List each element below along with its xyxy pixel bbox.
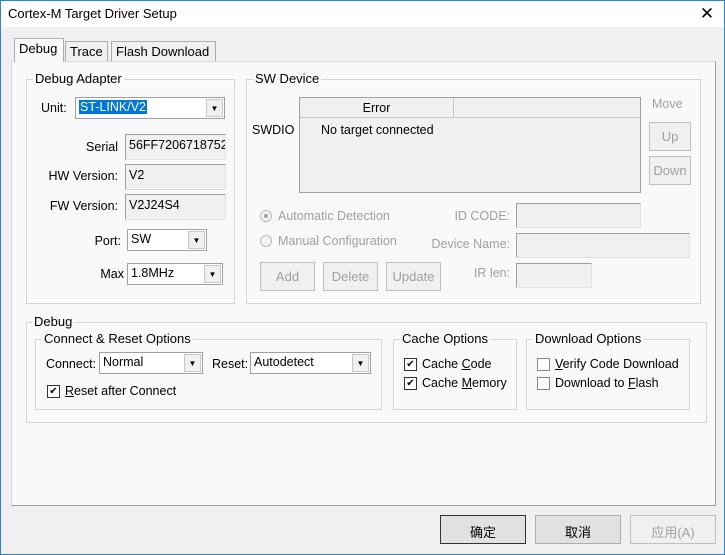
port-select[interactable]: SW ▼ xyxy=(127,229,207,251)
tab-flash-download[interactable]: Flash Download xyxy=(111,41,216,61)
download-to-flash-checkbox[interactable] xyxy=(537,377,550,390)
column-header-blank[interactable] xyxy=(455,98,640,118)
swdio-label: SWDIO xyxy=(252,123,295,137)
chevron-down-icon: ▼ xyxy=(184,354,201,372)
unit-label: Unit: xyxy=(41,101,67,115)
connect-label: Connect: xyxy=(46,357,97,371)
chevron-down-icon: ▼ xyxy=(188,231,205,249)
reset-label: Reset: xyxy=(212,357,249,371)
fw-version-label: FW Version: xyxy=(49,199,118,213)
cache-memory-label: Cache Memory xyxy=(422,376,507,390)
unit-value: ST-LINK/V2 xyxy=(79,100,147,114)
serial-label: Serial xyxy=(86,140,118,154)
cancel-button[interactable]: 取消 xyxy=(535,515,621,544)
up-button[interactable]: Up xyxy=(649,122,691,151)
download-to-flash-label: Download to Flash xyxy=(555,376,659,390)
id-code-label: ID CODE: xyxy=(454,209,510,223)
connect-value: Normal xyxy=(103,355,144,369)
reset-after-connect-label: Reset after Connect xyxy=(65,384,177,398)
verify-code-download-label: Verify Code Download xyxy=(555,357,679,371)
max-label: Max xyxy=(100,267,124,281)
group-legend: SW Device xyxy=(253,71,322,86)
group-legend: Debug xyxy=(32,314,75,329)
port-value: SW xyxy=(131,232,152,246)
manual-configuration-label: Manual Configuration xyxy=(278,234,397,248)
reset-after-connect-checkbox[interactable]: ✔ xyxy=(47,385,60,398)
window-title: Cortex-M Target Driver Setup xyxy=(8,6,177,21)
cache-code-checkbox[interactable]: ✔ xyxy=(404,358,417,371)
down-button[interactable]: Down xyxy=(649,156,691,185)
cache-code-label: Cache Code xyxy=(422,357,492,371)
hw-version-label: HW Version: xyxy=(48,169,118,183)
group-legend: Cache Options xyxy=(400,331,490,346)
hw-version-field: V2 xyxy=(125,164,226,190)
chevron-down-icon: ▼ xyxy=(204,265,221,283)
update-button[interactable]: Update xyxy=(386,262,441,291)
manual-configuration-radio[interactable] xyxy=(260,235,272,247)
device-list[interactable]: Error No target connected xyxy=(299,97,641,193)
automatic-detection-radio[interactable] xyxy=(260,210,272,222)
tab-label: Flash Download xyxy=(116,44,210,59)
fw-version-field: V2J24S4 xyxy=(125,194,226,220)
ok-button[interactable]: 确定 xyxy=(440,515,526,544)
group-legend: Download Options xyxy=(533,331,644,346)
download-options-group: Download Options xyxy=(526,331,690,410)
group-legend: Debug Adapter xyxy=(33,71,124,86)
automatic-detection-label: Automatic Detection xyxy=(278,209,390,223)
group-legend: Connect & Reset Options xyxy=(42,331,193,346)
column-header-error[interactable]: Error xyxy=(300,98,454,118)
apply-button[interactable]: 应用(A) xyxy=(630,515,716,544)
tab-label: Trace xyxy=(70,44,103,59)
device-name-field[interactable] xyxy=(516,233,690,258)
move-label: Move xyxy=(652,97,683,111)
chevron-down-icon: ▼ xyxy=(206,99,223,117)
add-button[interactable]: Add xyxy=(260,262,315,291)
cache-options-group: Cache Options xyxy=(393,331,517,410)
tab-label: Debug xyxy=(19,41,58,56)
port-label: Port: xyxy=(94,234,121,248)
serial-field: 56FF7206718752 xyxy=(125,134,226,160)
verify-code-download-checkbox[interactable] xyxy=(537,358,550,371)
id-code-field[interactable] xyxy=(516,203,641,228)
cache-memory-checkbox[interactable]: ✔ xyxy=(404,377,417,390)
ir-len-field[interactable] xyxy=(516,263,592,288)
list-item[interactable]: No target connected xyxy=(321,123,434,137)
title-bar: Cortex-M Target Driver Setup ✕ xyxy=(1,1,724,27)
max-clock-select[interactable]: 1.8MHz ▼ xyxy=(127,263,223,285)
reset-value: Autodetect xyxy=(254,355,314,369)
delete-button[interactable]: Delete xyxy=(323,262,378,291)
tab-trace[interactable]: Trace xyxy=(65,41,108,61)
dialog-window: Cortex-M Target Driver Setup ✕ Debug Tra… xyxy=(0,0,725,555)
connect-select[interactable]: Normal ▼ xyxy=(99,352,203,374)
connect-reset-group: Connect & Reset Options xyxy=(35,331,382,410)
reset-select[interactable]: Autodetect ▼ xyxy=(250,352,371,374)
ir-len-label: IR len: xyxy=(473,266,510,280)
unit-select[interactable]: ST-LINK/V2 ▼ xyxy=(75,97,225,119)
tab-debug[interactable]: Debug xyxy=(14,38,64,62)
chevron-down-icon: ▼ xyxy=(352,354,369,372)
close-icon[interactable]: ✕ xyxy=(697,4,717,24)
max-value: 1.8MHz xyxy=(131,266,175,280)
device-name-label: Device Name: xyxy=(431,237,511,251)
